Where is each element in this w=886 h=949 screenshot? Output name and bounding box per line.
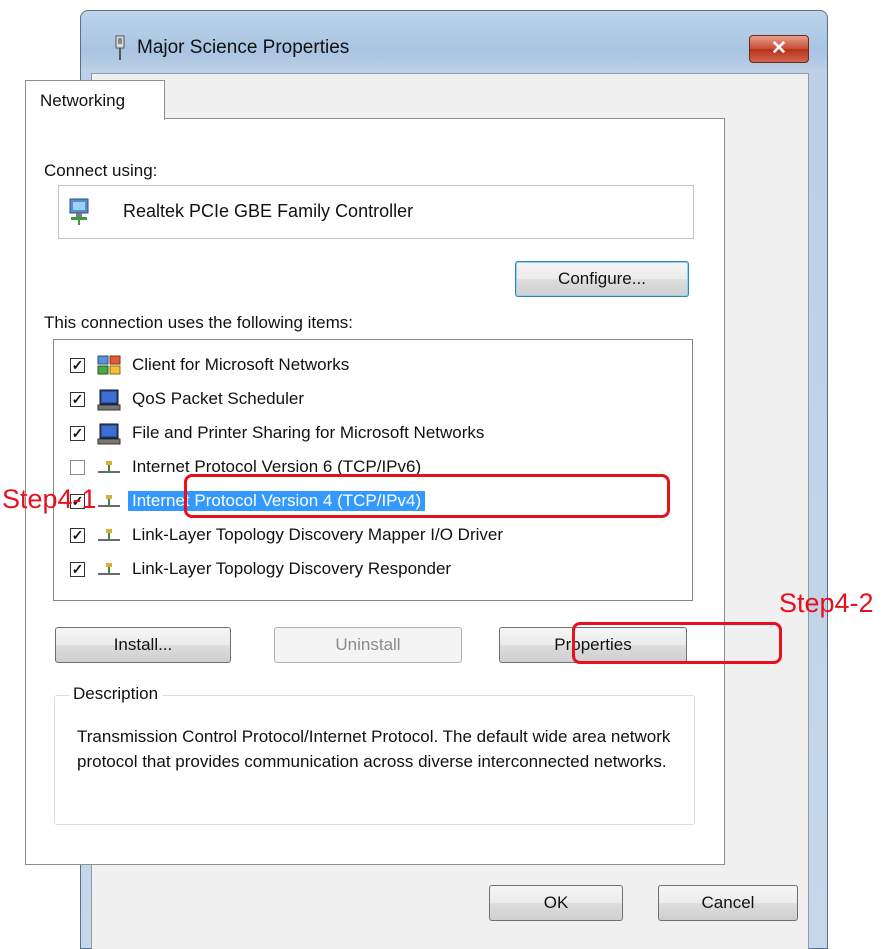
window-title: Major Science Properties — [137, 37, 350, 58]
protocol-icon — [98, 461, 120, 473]
close-button[interactable]: ✕ — [749, 35, 809, 63]
cancel-button[interactable]: Cancel — [658, 885, 798, 921]
configure-button[interactable]: Configure... — [515, 261, 689, 297]
protocol-icon — [98, 529, 120, 541]
item-checkbox[interactable]: ✓ — [70, 392, 85, 407]
adapter-display: Realtek PCIe GBE Family Controller — [58, 185, 694, 239]
item-label: Client for Microsoft Networks — [132, 355, 350, 374]
item-checkbox[interactable] — [70, 460, 85, 475]
item-checkbox[interactable]: ✓ — [70, 528, 85, 543]
protocol-icon — [98, 495, 120, 507]
item-checkbox[interactable]: ✓ — [70, 358, 85, 373]
network-adapter-plug-icon — [115, 35, 125, 60]
adapter-name: Realtek PCIe GBE Family Controller — [123, 201, 414, 221]
connect-using-label: Connect using: — [44, 161, 158, 180]
description-legend: Description — [69, 684, 163, 704]
computer-monitor-icon — [97, 423, 121, 445]
items-listbox[interactable]: ✓ Client for Microsoft Networks ✓ QoS Pa… — [53, 339, 693, 601]
step4-2-highlight — [572, 622, 782, 664]
step4-1-highlight — [184, 474, 670, 518]
item-checkbox[interactable]: ✓ — [70, 562, 85, 577]
network-client-icon — [97, 355, 121, 375]
step4-2-annotation: Step4-2 — [779, 588, 874, 618]
uninstall-button[interactable]: Uninstall — [274, 627, 462, 663]
items-section-label: This connection uses the following items… — [44, 313, 353, 332]
computer-monitor-icon — [97, 389, 121, 411]
title-bar[interactable]: Major Science Properties ✕ — [81, 11, 827, 75]
protocol-icon — [98, 563, 120, 575]
item-label: Link-Layer Topology Discovery Responder — [132, 559, 452, 578]
description-group: Description Transmission Control Protoco… — [54, 684, 695, 825]
ok-button[interactable]: OK — [489, 885, 623, 921]
step4-1-annotation: Step4-1 — [2, 484, 97, 514]
item-label: Link-Layer Topology Discovery Mapper I/O… — [132, 525, 503, 544]
description-text: Transmission Control Protocol/Internet P… — [77, 727, 671, 771]
item-label: File and Printer Sharing for Microsoft N… — [132, 423, 485, 442]
install-button[interactable]: Install... — [55, 627, 231, 663]
network-adapter-icon — [69, 198, 89, 225]
item-checkbox[interactable]: ✓ — [70, 426, 85, 441]
item-label: QoS Packet Scheduler — [132, 389, 304, 408]
tab-networking[interactable]: Networking — [25, 80, 165, 120]
